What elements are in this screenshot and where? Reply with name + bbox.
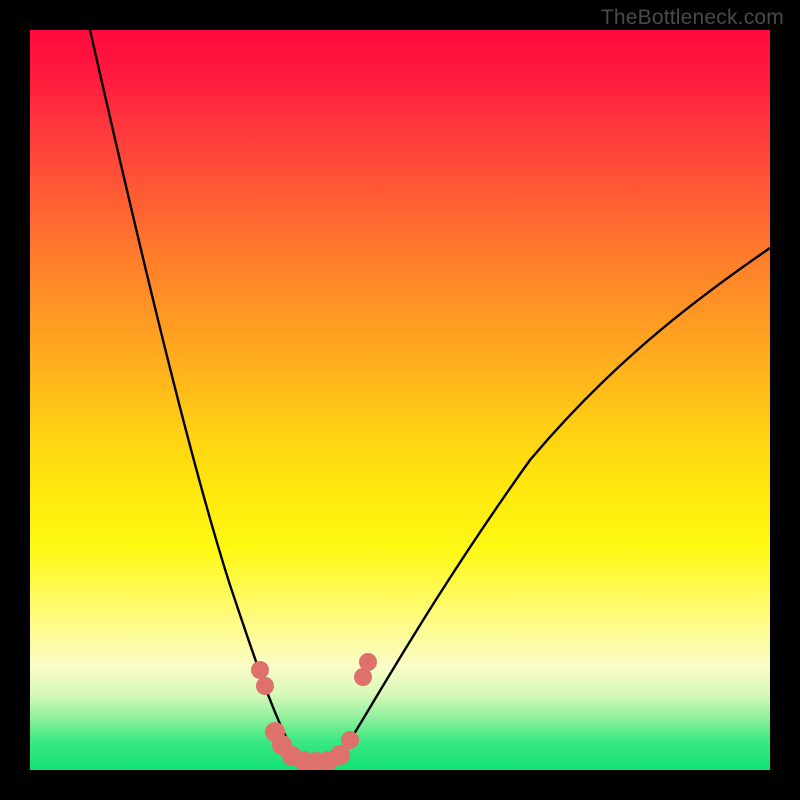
data-marker [251,661,269,679]
plot-area [30,30,770,770]
chart-frame: TheBottleneck.com [0,0,800,800]
data-marker [341,731,359,749]
curves-layer [30,30,770,770]
left-curve [90,30,320,766]
watermark-text: TheBottleneck.com [601,6,784,30]
right-curve [320,248,770,766]
marker-group [251,653,377,770]
data-marker [256,677,274,695]
data-marker [359,653,377,671]
